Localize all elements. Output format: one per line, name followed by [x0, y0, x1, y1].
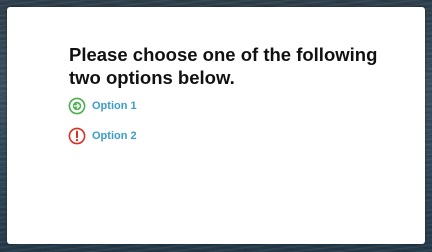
choice-dialog: Please choose one of the following two o… [7, 7, 425, 244]
option-2-link[interactable]: Option 2 [68, 127, 137, 145]
option-1-link[interactable]: Option 1 [68, 97, 137, 115]
exclamation-circle-icon [68, 127, 86, 145]
option-2-label: Option 2 [92, 130, 137, 142]
dialog-title: Please choose one of the following two o… [69, 44, 378, 88]
option-1-label: Option 1 [92, 100, 137, 112]
arrow-right-circle-icon [68, 97, 86, 115]
